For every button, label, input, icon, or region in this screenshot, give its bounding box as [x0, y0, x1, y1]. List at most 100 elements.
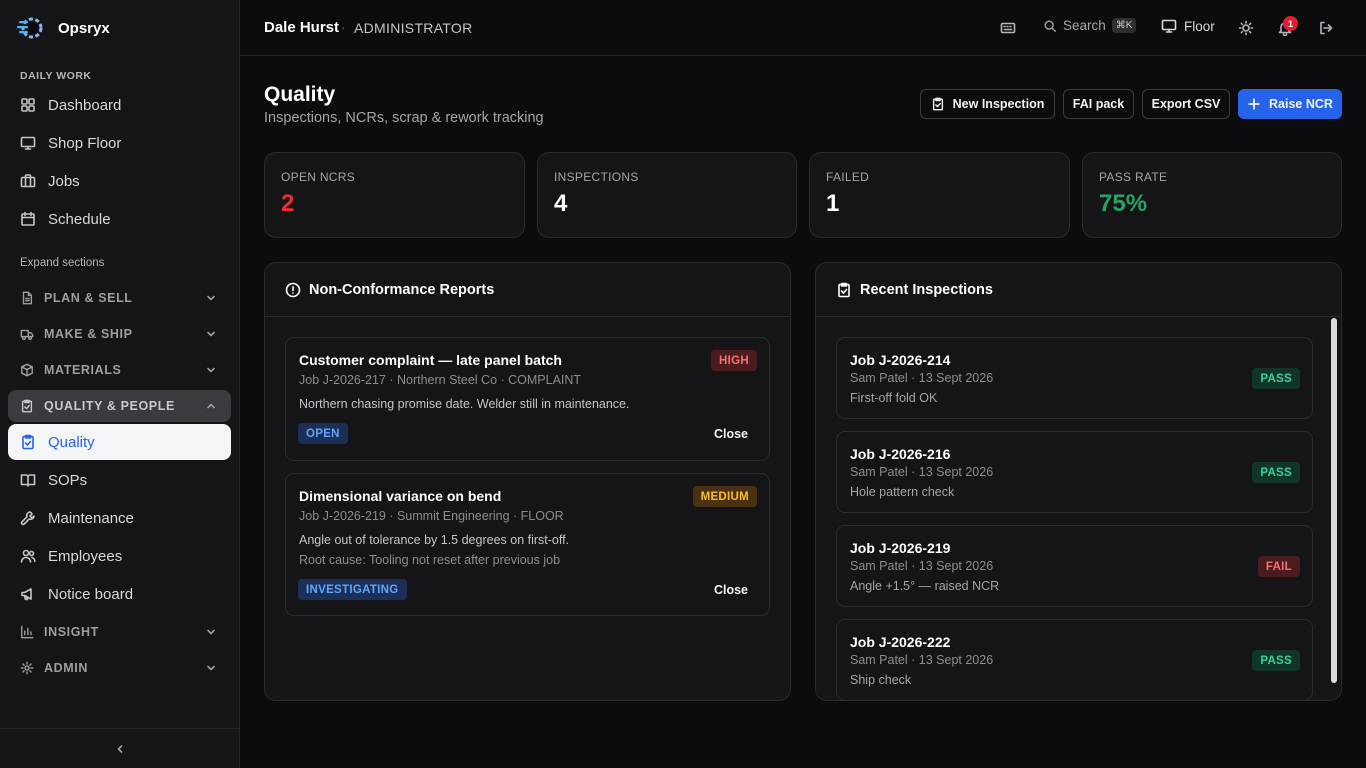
- plus-icon: [1247, 97, 1261, 111]
- megaphone-icon: [20, 586, 36, 602]
- group-admin[interactable]: ADMIN: [8, 652, 231, 684]
- inspection-card[interactable]: Job J-2026-222 Sam Patel · 13 Sept 2026 …: [836, 619, 1313, 700]
- sidebar-item-label: Jobs: [48, 172, 80, 190]
- stat-pass-rate: PASS RATE 75%: [1082, 152, 1342, 238]
- page-title: Quality: [264, 83, 336, 106]
- inspection-job: Job J-2026-222: [850, 634, 951, 650]
- button-label: Raise NCR: [1269, 97, 1333, 111]
- inspections-panel: Recent Inspections Job J-2026-214 Sam Pa…: [815, 262, 1342, 701]
- sidebar-item-employees[interactable]: Employees: [8, 538, 231, 574]
- clipboard-check-icon: [20, 434, 36, 450]
- sidebar-item-label: Employees: [48, 547, 123, 565]
- button-label: Export CSV: [1151, 97, 1221, 111]
- calendar-icon: [20, 211, 36, 227]
- logout-icon[interactable]: [1318, 20, 1334, 36]
- sun-icon[interactable]: [1238, 20, 1254, 36]
- ncr-description: Northern chasing promise date. Welder st…: [299, 397, 630, 411]
- new-inspection-button[interactable]: New Inspection: [920, 89, 1055, 119]
- close-ncr-button[interactable]: Close: [714, 583, 748, 597]
- users-icon: [20, 548, 36, 564]
- group-materials[interactable]: MATERIALS: [8, 354, 231, 386]
- stat-label: OPEN NCRS: [281, 170, 356, 184]
- stat-inspections: INSPECTIONS 4: [537, 152, 797, 238]
- result-badge: PASS: [1252, 462, 1300, 483]
- clipboard-check-icon: [836, 282, 852, 298]
- panel-title: Non-Conformance Reports: [309, 281, 495, 298]
- search-icon: [1043, 19, 1057, 33]
- inspection-card[interactable]: Job J-2026-216 Sam Patel · 13 Sept 2026 …: [836, 431, 1313, 513]
- fai-pack-button[interactable]: FAI pack: [1063, 89, 1134, 119]
- group-make-ship[interactable]: MAKE & SHIP: [8, 318, 231, 350]
- group-label: QUALITY & PEOPLE: [44, 399, 175, 413]
- truck-icon: [20, 327, 34, 341]
- ncr-card[interactable]: Dimensional variance on bend Job J-2026-…: [285, 473, 770, 616]
- ncr-panel-header: Non-Conformance Reports: [265, 263, 790, 317]
- chevron-down-icon: [205, 364, 217, 376]
- gear-icon: [20, 661, 34, 675]
- group-quality-people[interactable]: QUALITY & PEOPLE: [8, 390, 231, 422]
- inspection-card[interactable]: Job J-2026-219 Sam Patel · 13 Sept 2026 …: [836, 525, 1313, 607]
- sidebar-item-sops[interactable]: SOPs: [8, 462, 231, 498]
- group-plan-sell[interactable]: PLAN & SELL: [8, 282, 231, 314]
- inspection-note: Hole pattern check: [850, 485, 955, 499]
- clipboard-icon: [20, 399, 34, 413]
- expand-sections-toggle[interactable]: Expand sections: [20, 257, 104, 269]
- box-icon: [20, 363, 34, 377]
- bar-chart-icon: [20, 625, 34, 639]
- stat-label: INSPECTIONS: [554, 170, 639, 184]
- collapse-sidebar-button[interactable]: [0, 728, 239, 768]
- sidebar-item-schedule[interactable]: Schedule: [8, 201, 231, 237]
- ncr-panel: Non-Conformance Reports Customer complai…: [264, 262, 791, 701]
- close-ncr-button[interactable]: Close: [714, 427, 748, 441]
- inspection-card[interactable]: Job J-2026-214 Sam Patel · 13 Sept 2026 …: [836, 337, 1313, 419]
- grid-icon: [20, 97, 36, 113]
- result-badge: PASS: [1252, 650, 1300, 671]
- sidebar-item-notice-board[interactable]: Notice board: [8, 576, 231, 612]
- inspection-meta: Sam Patel · 13 Sept 2026: [850, 465, 994, 479]
- chevron-down-icon: [205, 662, 217, 674]
- floor-mode-button[interactable]: Floor: [1161, 18, 1215, 34]
- user-separator: ·: [341, 19, 346, 35]
- export-csv-button[interactable]: Export CSV: [1142, 89, 1230, 119]
- inspection-note: Angle +1.5° — raised NCR: [850, 579, 1000, 593]
- group-label: INSIGHT: [44, 625, 99, 639]
- group-insight[interactable]: INSIGHT: [8, 616, 231, 648]
- wrench-icon: [20, 510, 36, 526]
- inspection-meta: Sam Patel · 13 Sept 2026: [850, 559, 994, 573]
- sidebar-item-shop-floor[interactable]: Shop Floor: [8, 125, 231, 161]
- logo-icon: [16, 12, 48, 44]
- group-label: MAKE & SHIP: [44, 327, 133, 341]
- inspections-panel-header: Recent Inspections: [816, 263, 1341, 317]
- result-badge: FAIL: [1257, 556, 1300, 577]
- stat-open-ncrs: OPEN NCRS 2: [264, 152, 525, 238]
- sidebar-item-label: Dashboard: [48, 96, 122, 114]
- inspection-job: Job J-2026-219: [850, 540, 951, 556]
- button-label: FAI pack: [1072, 97, 1125, 111]
- inspection-note: First-off fold OK: [850, 391, 938, 405]
- group-label: PLAN & SELL: [44, 291, 133, 305]
- brand[interactable]: Opsryx: [0, 0, 239, 56]
- raise-ncr-button[interactable]: Raise NCR: [1238, 89, 1342, 119]
- sidebar-item-label: Notice board: [48, 585, 134, 603]
- briefcase-icon: [20, 173, 36, 189]
- stat-label: FAILED: [826, 170, 870, 184]
- inspections-scrollbar[interactable]: [1331, 318, 1337, 683]
- severity-badge: MEDIUM: [692, 486, 757, 507]
- chevron-down-icon: [205, 626, 217, 638]
- group-label: MATERIALS: [44, 363, 122, 377]
- keyboard-icon[interactable]: [1000, 20, 1016, 36]
- sidebar-item-quality[interactable]: Quality: [8, 424, 231, 460]
- ncr-meta: Job J-2026-219 · Summit Engineering · FL…: [299, 509, 564, 523]
- book-icon: [20, 472, 36, 488]
- sidebar-item-maintenance[interactable]: Maintenance: [8, 500, 231, 536]
- status-badge: OPEN: [298, 423, 348, 444]
- stat-value: 4: [554, 190, 568, 217]
- sidebar-item-label: SOPs: [48, 471, 88, 489]
- sidebar-item-jobs[interactable]: Jobs: [8, 163, 231, 199]
- stat-failed: FAILED 1: [809, 152, 1070, 238]
- inspection-meta: Sam Patel · 13 Sept 2026: [850, 653, 994, 667]
- document-icon: [20, 291, 34, 305]
- search-button[interactable]: Search ⌘K: [1043, 18, 1137, 33]
- sidebar-item-dashboard[interactable]: Dashboard: [8, 87, 231, 123]
- ncr-card[interactable]: Customer complaint — late panel batch Jo…: [285, 337, 770, 461]
